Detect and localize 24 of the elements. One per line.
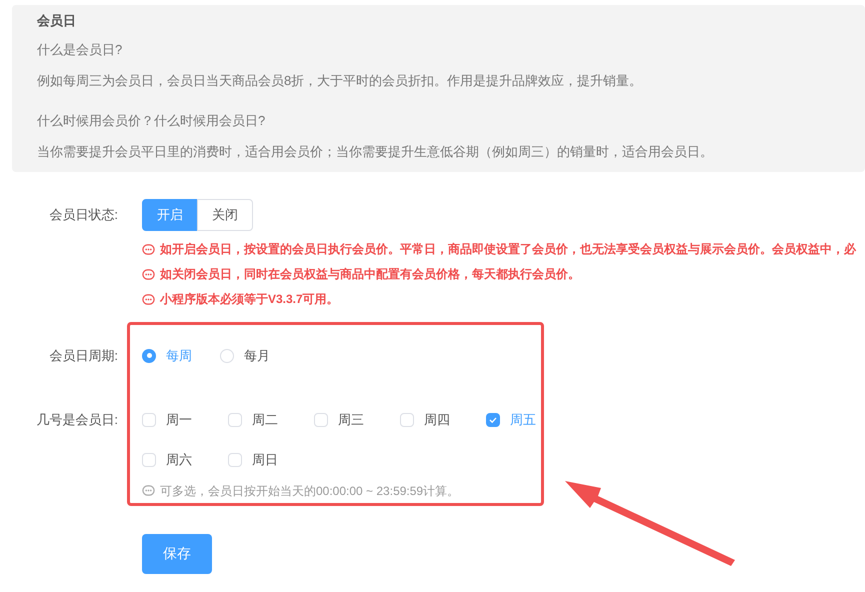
info-title: 会员日 xyxy=(37,13,77,29)
hint-text: 可多选，会员日按开始当天的00:00:00 ~ 23:59:59计算。 xyxy=(160,482,460,500)
field-label: 会员日状态: xyxy=(48,206,119,224)
checkbox-option[interactable]: 周三 xyxy=(314,410,400,430)
warning-text: 如开启会员日，按设置的会员日执行会员价。平常日，商品即使设置了会员价，也无法享受会员权益与展示会员价。会员权益中，必 xyxy=(160,241,856,258)
comment-icon xyxy=(142,242,155,256)
question-text: 什么是会员日? xyxy=(37,41,124,59)
comment-icon xyxy=(142,268,155,280)
checkbox-option[interactable]: 周日 xyxy=(228,450,314,470)
checkbox-option[interactable]: 周六 xyxy=(142,450,228,470)
answer-text: 例如每周三为会员日，会员日当天商品会员8折，大于平时的会员折扣。作用是提升品牌效应，提升销量。 xyxy=(37,72,644,90)
toggle-button[interactable]: 关闭 xyxy=(197,199,253,231)
comment-icon xyxy=(142,484,155,497)
warning-text: 小程序版本必须等于V3.3.7可用。 xyxy=(160,291,339,308)
comment-icon xyxy=(142,292,155,306)
field-label: 会员日周期: xyxy=(48,347,119,365)
checkbox-option[interactable]: 周二 xyxy=(228,410,314,430)
field-label: 几号是会员日: xyxy=(35,410,119,428)
answer-text: 当你需要提升会员平日里的消费时，适合用会员价；当你需要提升生意低谷期（例如周三）的销量时，适合用会员日。 xyxy=(37,143,714,161)
checkbox-option[interactable]: 周一 xyxy=(142,410,228,430)
warning-text: 如关闭会员日，同时在会员权益与商品中配置有会员价格，每天都执行会员价。 xyxy=(160,266,580,283)
question-text: 什么时候用会员价？什么时候用会员日? xyxy=(37,112,266,130)
radio-option[interactable]: 每月 xyxy=(220,346,270,366)
checkbox-option[interactable]: 周四 xyxy=(400,410,486,430)
